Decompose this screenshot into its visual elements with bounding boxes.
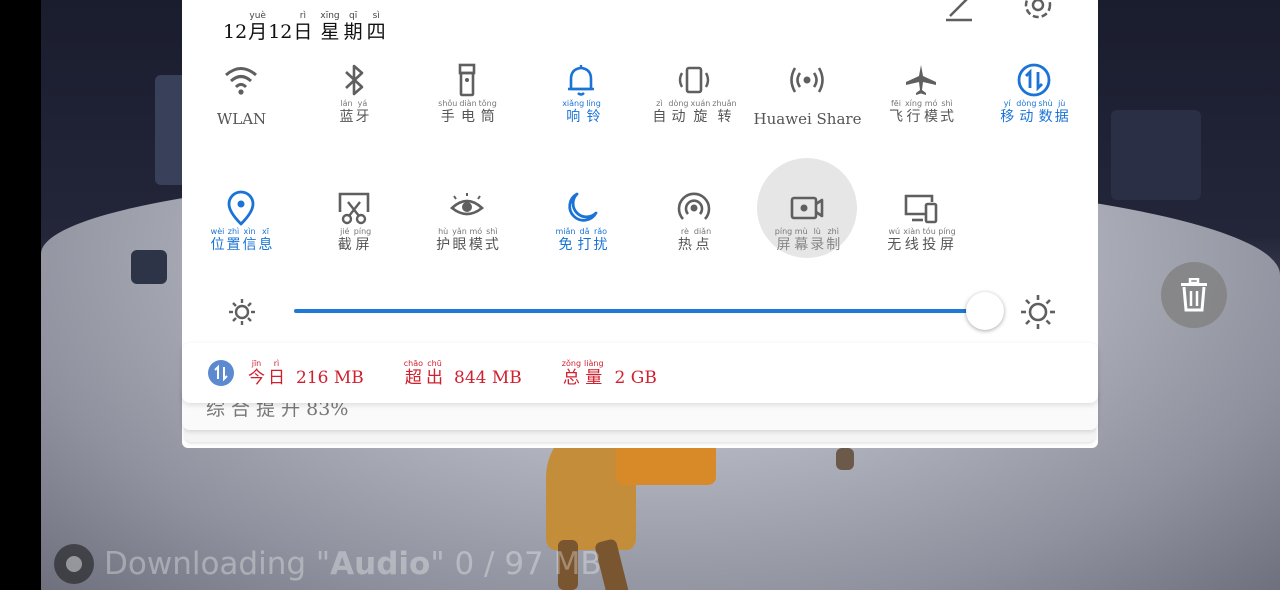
download-status: Downloading "Audio" 0 / 97 MB <box>54 542 602 586</box>
edit-icon[interactable] <box>942 0 976 22</box>
toggle-location[interactable]: wèi 位 zhì 置 xìn 信 xī 息 <box>185 158 298 268</box>
toggle-hotspot[interactable]: rè 热 diǎn 点 <box>638 158 751 268</box>
toggle-ring[interactable]: xiǎng 响 líng 铃 <box>525 30 638 140</box>
toggle-huawei-share[interactable]: Huawei Share <box>751 30 864 140</box>
stacked-notification[interactable] <box>184 428 1096 442</box>
delete-button[interactable] <box>1161 262 1227 328</box>
toggle-do-not-disturb[interactable]: miǎn 免 dǎ 打 rǎo 扰 <box>525 158 638 268</box>
mobile-data-icon <box>208 360 234 386</box>
toggle-screenshot[interactable]: jié 截 píng 屏 <box>298 158 411 268</box>
toggle-bluetooth[interactable]: lán 蓝 yá 牙 <box>298 30 411 140</box>
brightness-slider-track[interactable] <box>294 309 988 313</box>
gear-icon[interactable] <box>1021 0 1055 22</box>
toggle-wlan[interactable]: WLAN <box>185 30 298 140</box>
brightness-slider-thumb[interactable] <box>966 292 1004 330</box>
toggle-wireless-projection[interactable]: wú 无 xiàn 线 tóu 投 píng 屏 <box>865 158 978 268</box>
toggle-mobile-data[interactable]: yí 移 dòng 动 shù 数 jù 据 <box>978 30 1091 140</box>
sun-large-icon <box>1021 295 1055 329</box>
data-today: jīn 今 rì 日 216 MB <box>248 358 364 388</box>
data-total: zǒng 总 liàng 量 2 GB <box>561 358 657 388</box>
data-over: chāo 超 chū 出 844 MB <box>403 358 522 388</box>
distant-figure <box>836 448 854 470</box>
toggle-auto-rotate[interactable]: zì 自 dòng 动 xuán 旋 zhuǎn 转 <box>638 30 751 140</box>
toggle-airplane[interactable]: fēi 飞 xíng 行 mó 模 shì 式 <box>865 30 978 140</box>
rock <box>1111 110 1201 200</box>
game-logo-icon <box>54 544 94 584</box>
toggle-flashlight[interactable]: shǒu 手 diàn 电 tǒng 筒 <box>411 30 524 140</box>
trash-icon <box>1181 278 1207 312</box>
brightness-control <box>182 290 1098 334</box>
data-usage-notification[interactable]: jīn 今 rì 日 216 MB chāo 超 chū 出 844 MB zǒng 总 … <box>182 343 1098 403</box>
toggle-screen-record[interactable]: píng 屏 mù 幕 lù 录 zhì 制 <box>751 158 864 268</box>
sun-small-icon <box>229 299 255 325</box>
rock <box>131 250 167 284</box>
toggle-eye-comfort[interactable]: hù 护 yǎn 眼 mó 模 shì 式 <box>411 158 524 268</box>
